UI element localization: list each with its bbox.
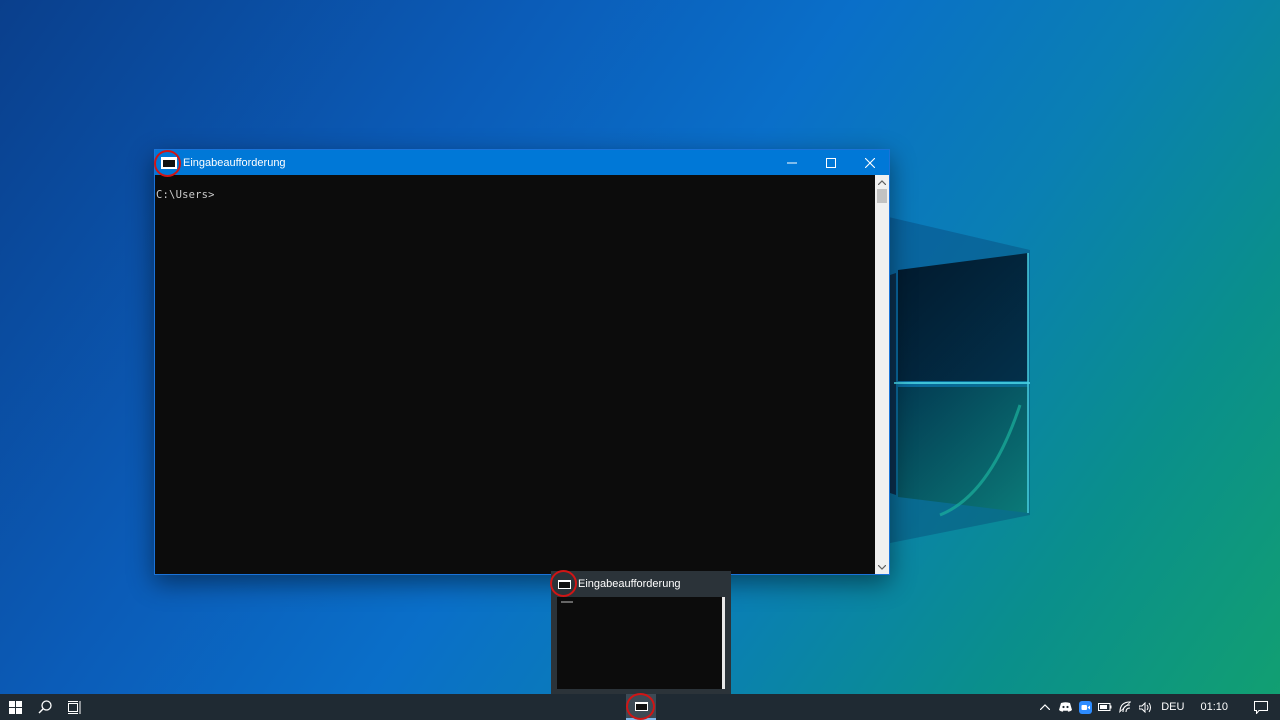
volume-icon xyxy=(1138,701,1151,713)
discord-tray-button[interactable] xyxy=(1055,694,1075,720)
search-icon xyxy=(38,700,52,714)
windows-start-icon xyxy=(8,700,22,714)
chevron-up-icon xyxy=(1040,704,1051,710)
desktop-windows-logo xyxy=(880,215,1030,545)
command-prompt-icon xyxy=(558,579,571,589)
console-prompt: C:\Users> xyxy=(156,189,215,201)
window-title: Eingabeaufforderung xyxy=(183,156,286,169)
vertical-scrollbar[interactable] xyxy=(875,175,889,574)
zoom-icon xyxy=(1078,700,1092,714)
discord-icon xyxy=(1058,702,1072,712)
task-view-button[interactable] xyxy=(60,694,90,720)
search-button[interactable] xyxy=(30,694,60,720)
show-hidden-icons-button[interactable] xyxy=(1035,694,1055,720)
command-prompt-icon[interactable] xyxy=(161,156,177,169)
scroll-down-button[interactable] xyxy=(875,560,889,574)
window-titlebar[interactable]: Eingabeaufforderung xyxy=(155,150,889,175)
battery-icon xyxy=(1098,703,1112,711)
maximize-button[interactable] xyxy=(811,150,850,175)
volume-tray-button[interactable] xyxy=(1135,694,1155,720)
preview-thumbnail[interactable] xyxy=(557,597,725,689)
command-prompt-window[interactable]: Eingabeaufforderung C:\Users> xyxy=(154,149,890,575)
taskbar-command-prompt-button[interactable] xyxy=(626,694,656,720)
thumbnail-scrollbar xyxy=(722,597,725,689)
chevron-up-icon xyxy=(878,179,886,185)
wifi-icon xyxy=(1119,701,1132,713)
close-icon xyxy=(864,157,875,168)
console-area[interactable]: C:\Users> xyxy=(155,175,875,574)
maximize-icon xyxy=(825,157,836,168)
minimize-icon xyxy=(786,162,797,163)
start-button[interactable] xyxy=(0,694,30,720)
close-button[interactable] xyxy=(850,150,889,175)
task-view-icon xyxy=(68,700,81,714)
command-prompt-icon xyxy=(634,701,648,711)
scroll-thumb[interactable] xyxy=(877,189,887,203)
clock[interactable]: 01:10 xyxy=(1190,701,1242,713)
action-center-button[interactable] xyxy=(1242,694,1280,720)
preview-title: Eingabeaufforderung xyxy=(578,578,681,590)
taskbar: DEU 01:10 xyxy=(0,694,1280,720)
thumbnail-text-line xyxy=(561,601,573,603)
input-language-indicator[interactable]: DEU xyxy=(1155,701,1190,713)
battery-tray-button[interactable] xyxy=(1095,694,1115,720)
system-tray: DEU 01:10 xyxy=(1035,694,1280,720)
chevron-down-icon xyxy=(878,564,886,570)
notification-icon xyxy=(1254,700,1268,714)
zoom-tray-button[interactable] xyxy=(1075,694,1095,720)
scroll-up-button[interactable] xyxy=(875,175,889,189)
taskbar-thumbnail-preview[interactable]: Eingabeaufforderung xyxy=(551,571,731,694)
network-tray-button[interactable] xyxy=(1115,694,1135,720)
minimize-button[interactable] xyxy=(772,150,811,175)
